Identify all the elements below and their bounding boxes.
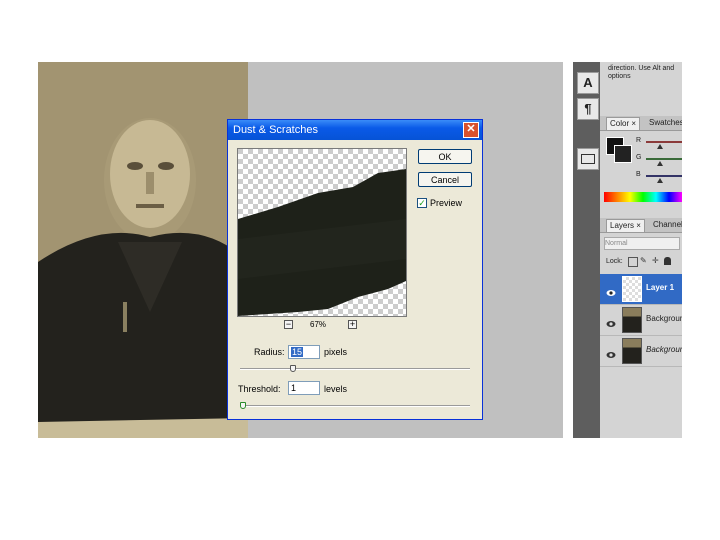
layer-name: Background — [646, 345, 682, 354]
radius-input[interactable]: 15 — [288, 345, 320, 359]
preview-checkbox[interactable]: ✓ — [417, 198, 427, 208]
lock-all-icon[interactable] — [664, 257, 671, 265]
channel-g-thumb[interactable] — [657, 161, 663, 166]
preview-image — [238, 149, 406, 316]
threshold-slider[interactable] — [240, 405, 470, 407]
lock-move-icon[interactable]: ✛ — [652, 257, 660, 265]
filter-preview[interactable] — [237, 148, 407, 317]
channel-g-slider[interactable] — [646, 158, 682, 160]
ok-button[interactable]: OK — [418, 149, 472, 164]
zoom-out-button[interactable]: − — [284, 320, 293, 329]
layer-row-background-copy[interactable]: Background — [600, 305, 682, 336]
lock-brush-icon[interactable]: ✎ — [640, 257, 648, 265]
info-panel-icon — [581, 154, 595, 164]
radius-slider[interactable] — [240, 368, 470, 370]
panel-icon-buttons: A ¶ — [577, 72, 599, 174]
preview-label: Preview — [430, 198, 463, 208]
radius-value: 15 — [291, 347, 304, 357]
zoom-in-button[interactable]: + — [348, 320, 357, 329]
layer-name: Background — [646, 314, 682, 323]
layer-thumbnail-transparent — [622, 276, 642, 302]
dust-scratches-dialog: Dust & Scratches ✕ OK Cancel ✓ Preview −… — [227, 119, 483, 420]
layer-thumbnail-photo — [622, 338, 642, 364]
tab-color[interactable]: Color × — [606, 117, 641, 130]
color-panel-tabbar: Color × Swatches — [600, 116, 682, 131]
lock-transparency-icon[interactable] — [628, 257, 638, 267]
channel-r-slider[interactable] — [646, 141, 682, 143]
channel-r-label: R — [636, 137, 642, 144]
background-color-swatch[interactable] — [614, 145, 632, 163]
channel-b-label: B — [636, 171, 641, 178]
threshold-label: Threshold: — [238, 384, 281, 394]
dialog-titlebar[interactable]: Dust & Scratches ✕ — [228, 120, 482, 140]
layers-panel-tabbar: Layers × Channels — [600, 218, 682, 233]
checkmark-icon: ✓ — [418, 198, 426, 208]
character-panel-button[interactable]: A — [577, 72, 599, 94]
channel-b-thumb[interactable] — [657, 178, 663, 183]
paragraph-panel-button[interactable]: ¶ — [577, 98, 599, 120]
info-panel-button[interactable] — [577, 148, 599, 170]
channel-r-thumb[interactable] — [657, 144, 663, 149]
tab-layers[interactable]: Layers × — [606, 219, 645, 232]
layer-row-layer1[interactable]: Layer 1 — [600, 274, 682, 305]
eye-icon[interactable] — [606, 346, 616, 358]
canvas-gap — [563, 62, 573, 438]
panels-column: direction. Use Alt and options Color × S… — [600, 62, 682, 438]
layer-row-background[interactable]: Background — [600, 336, 682, 367]
tab-swatches[interactable]: Swatches — [646, 117, 682, 129]
color-spectrum-bar[interactable] — [604, 192, 682, 202]
layer-thumbnail-photo — [622, 307, 642, 333]
channel-b-slider[interactable] — [646, 175, 682, 177]
cancel-button[interactable]: Cancel — [418, 172, 472, 187]
radius-unit: pixels — [324, 347, 348, 357]
blend-mode-select[interactable]: Normal — [604, 237, 680, 250]
hint-text-1: direction. Use Alt and — [608, 65, 675, 72]
eye-icon[interactable] — [606, 284, 616, 296]
close-button[interactable]: ✕ — [463, 122, 479, 138]
lock-label: Lock: — [606, 258, 623, 265]
threshold-input[interactable]: 1 — [288, 381, 320, 395]
old-portrait-photo — [38, 62, 248, 438]
tab-channels[interactable]: Channels — [650, 219, 682, 231]
layer-name: Layer 1 — [646, 283, 675, 292]
radius-label: Radius: — [254, 347, 285, 357]
close-icon: ✕ — [466, 123, 476, 135]
hint-text-2: options — [608, 73, 631, 80]
threshold-slider-thumb[interactable] — [240, 402, 246, 409]
zoom-percent: 67% — [310, 320, 327, 329]
threshold-unit: levels — [324, 384, 348, 394]
radius-slider-thumb[interactable] — [290, 365, 296, 372]
channel-g-label: G — [636, 154, 642, 161]
eye-icon[interactable] — [606, 315, 616, 327]
dialog-title: Dust & Scratches — [233, 124, 318, 136]
